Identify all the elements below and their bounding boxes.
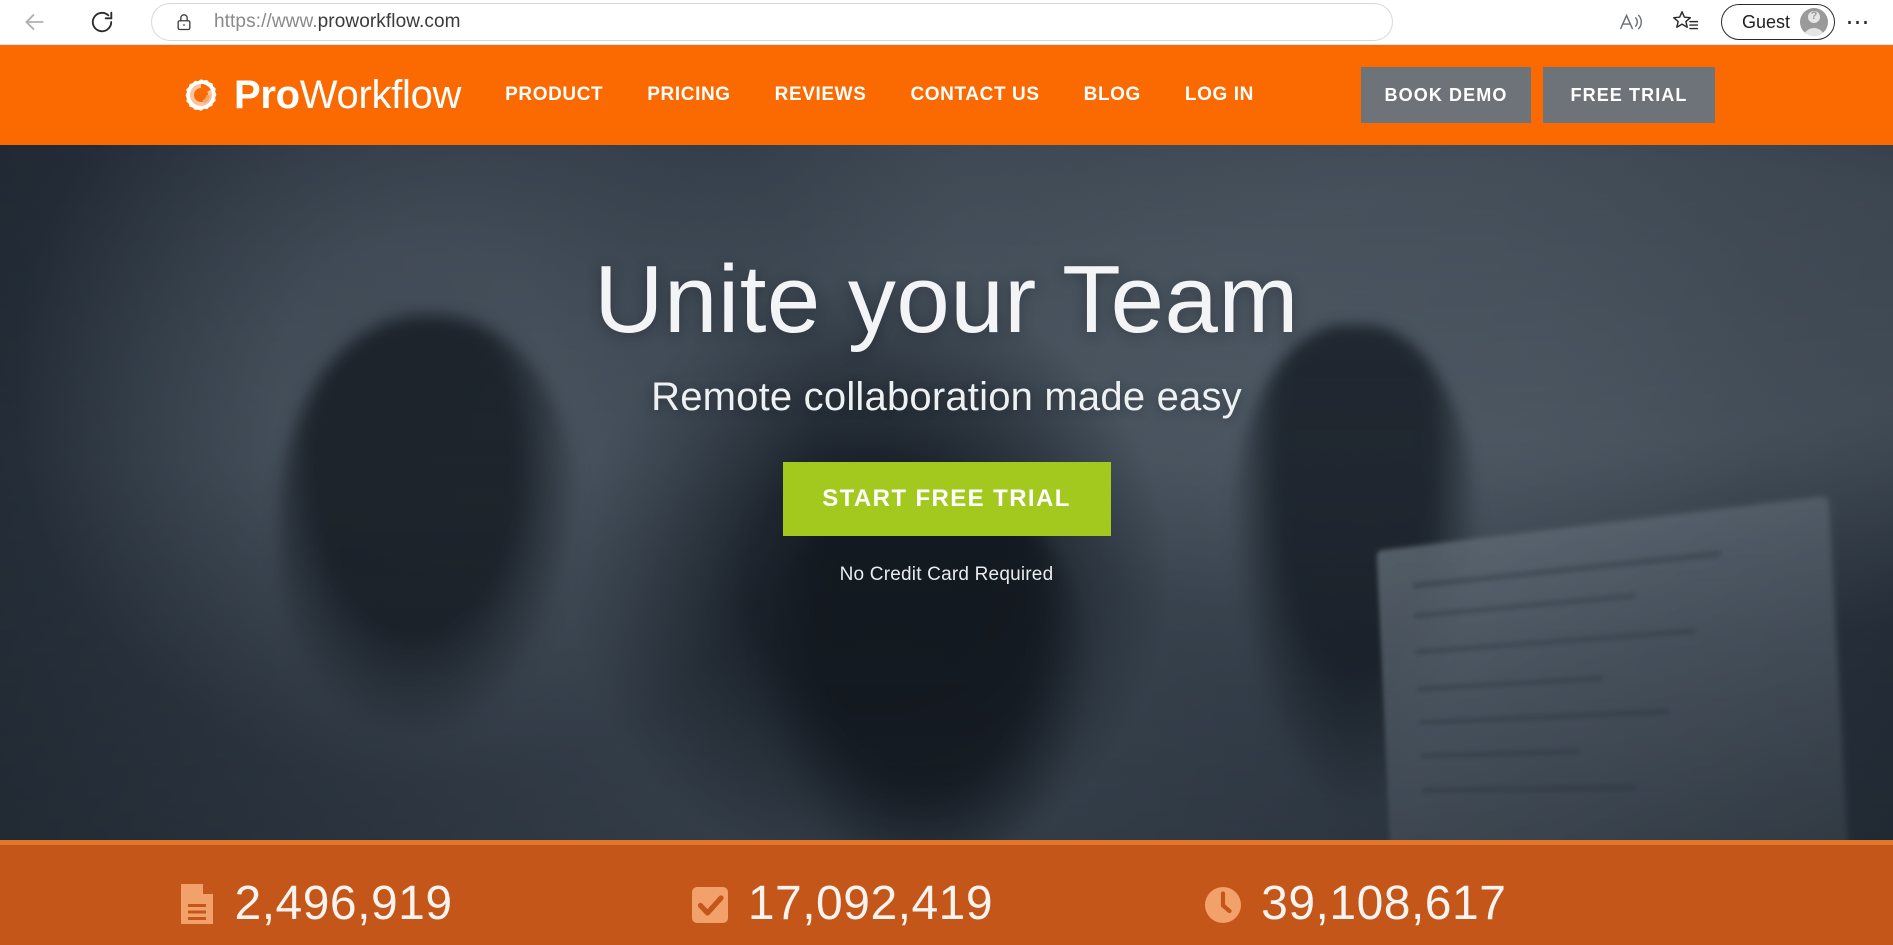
stat-tasks-value: 17,092,419 xyxy=(747,877,994,930)
site-logo[interactable]: ProWorkflow xyxy=(178,72,461,118)
back-button[interactable] xyxy=(12,0,56,44)
favorites-star-icon xyxy=(1672,9,1699,35)
profile-button[interactable]: Guest ? xyxy=(1720,4,1835,40)
logo-text-workflow: Workflow xyxy=(299,73,462,117)
ellipsis-icon: ⋯ xyxy=(1845,8,1871,36)
nav-link-reviews[interactable]: REVIEWS xyxy=(775,84,867,106)
hero-content: Unite your Team Remote collaboration mad… xyxy=(0,145,1893,845)
stats-bar-inner: 2,496,919 17,092,419 39,108,617 xyxy=(177,862,1717,928)
hero-section: Unite your Team Remote collaboration mad… xyxy=(0,145,1893,845)
profile-label: Guest xyxy=(1741,11,1790,32)
url-domain: proworkflow.com xyxy=(317,11,461,32)
free-trial-button[interactable]: FREE TRIAL xyxy=(1543,67,1715,123)
reload-button[interactable] xyxy=(80,0,124,44)
nav-link-pricing[interactable]: PRICING xyxy=(647,84,730,106)
stat-hours: 39,108,617 xyxy=(1203,862,1716,928)
settings-menu-button[interactable]: ⋯ xyxy=(1835,0,1881,44)
url-scheme: https://www. xyxy=(214,11,318,32)
browser-toolbar: https://www.proworkflow.com Guest ? ⋯ xyxy=(0,0,1893,45)
start-free-trial-button[interactable]: START FREE TRIAL xyxy=(782,461,1111,536)
header-action-buttons: BOOK DEMO FREE TRIAL xyxy=(1361,67,1715,123)
back-arrow-icon xyxy=(21,9,47,35)
site-logo-text: ProWorkflow xyxy=(234,75,461,115)
stat-projects: 2,496,919 xyxy=(177,862,690,928)
no-credit-card-note: No Credit Card Required xyxy=(839,563,1054,585)
hero-title: Unite your Team xyxy=(594,246,1299,353)
stat-projects-value: 2,496,919 xyxy=(234,877,453,930)
book-demo-button[interactable]: BOOK DEMO xyxy=(1361,67,1531,123)
reload-icon xyxy=(89,9,115,35)
hero-subtitle: Remote collaboration made easy xyxy=(651,374,1242,419)
document-icon xyxy=(177,882,217,926)
logo-text-pro: Pro xyxy=(234,73,300,117)
read-aloud-button[interactable] xyxy=(1603,0,1659,44)
clock-icon xyxy=(1203,882,1243,926)
stats-bar: 2,496,919 17,092,419 39,108,617 xyxy=(0,845,1893,945)
favorites-button[interactable] xyxy=(1659,0,1713,44)
stat-tasks: 17,092,419 xyxy=(690,862,1203,928)
url-text: https://www.proworkflow.com xyxy=(214,11,461,33)
nav-link-blog[interactable]: BLOG xyxy=(1084,84,1141,106)
read-aloud-icon xyxy=(1618,10,1644,34)
nav-link-log-in[interactable]: LOG IN xyxy=(1185,84,1254,106)
web-page: ProWorkflow PRODUCT PRICING REVIEWS CONT… xyxy=(0,45,1893,945)
toolbar-right-actions: Guest ? ⋯ xyxy=(1603,0,1893,44)
proworkflow-gear-logo-icon xyxy=(178,72,224,118)
check-square-icon xyxy=(690,882,730,926)
nav-link-contact-us[interactable]: CONTACT US xyxy=(910,84,1039,106)
site-header: ProWorkflow PRODUCT PRICING REVIEWS CONT… xyxy=(0,45,1893,145)
stat-hours-value: 39,108,617 xyxy=(1261,877,1507,930)
address-bar[interactable]: https://www.proworkflow.com xyxy=(152,4,1392,40)
guest-avatar-icon: ? xyxy=(1800,8,1828,36)
nav-link-product[interactable]: PRODUCT xyxy=(505,84,603,106)
lock-icon xyxy=(174,12,194,32)
main-navigation: PRODUCT PRICING REVIEWS CONTACT US BLOG … xyxy=(505,84,1254,106)
